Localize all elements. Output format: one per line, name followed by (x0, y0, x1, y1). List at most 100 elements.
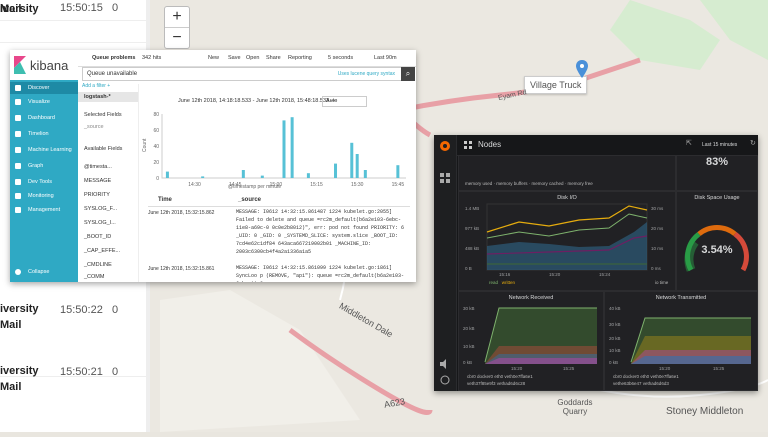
doc-row-time[interactable]: June 12th 2018, 15:32:15.861 (148, 266, 214, 272)
histogram-y-tick: 0 (156, 176, 159, 182)
kibana-logo-icon (14, 56, 26, 74)
menu-new[interactable]: New (208, 55, 219, 61)
nav-label: Collapse (28, 269, 50, 275)
cpu-gauge-panel[interactable]: 83% (676, 155, 758, 191)
x-tick: 15:25 (563, 366, 575, 371)
nav-machine-learning[interactable]: Machine Learning (10, 144, 78, 156)
network-received-legend: cbr0 docker0 eth0 veth0e7ffa6e1 (467, 374, 533, 379)
field-item[interactable]: PRIORITY (84, 192, 110, 198)
nav-label: Dev Tools (28, 179, 53, 185)
query-value: Queue unavailable (87, 71, 138, 77)
y-tick: 20 kB (463, 326, 475, 331)
network-transmitted-panel[interactable]: Network Transmitted 40 kB 30 kB 20 kB 10… (604, 291, 758, 391)
histogram-bar[interactable] (334, 163, 338, 178)
heartbeat-icon (15, 193, 21, 199)
x-tick: 15:20 (659, 366, 671, 371)
nav-discover[interactable]: Discover (10, 82, 78, 94)
network-received-panel[interactable]: Network Received 30 kB 20 kB 10 kB 0 kB … (458, 291, 604, 391)
compass-icon (15, 85, 21, 91)
legend-item: memory free (567, 181, 593, 186)
menu-save[interactable]: Save (228, 55, 241, 61)
field-item[interactable]: SYSLOG_I... (84, 220, 116, 226)
histogram-bar[interactable] (396, 165, 400, 178)
nav-label: Management (28, 207, 61, 213)
nav-graph[interactable]: Graph (10, 160, 78, 172)
field-item[interactable]: _BOOT_ID (84, 234, 111, 240)
y-tick: 20 kB (609, 336, 621, 341)
y-tick: 0 ms (651, 266, 661, 271)
refresh-interval[interactable]: 5 seconds (328, 55, 353, 61)
query-input[interactable]: Queue unavailable Uses lucene query synt… (82, 67, 402, 81)
field-source[interactable]: _source (84, 124, 104, 130)
y-tick: 40 kB (609, 306, 621, 311)
doc-row-time[interactable]: June 12th 2018, 15:32:15.862 (148, 210, 214, 216)
field-item[interactable]: @timesta... (84, 164, 112, 170)
index-pattern: logstash-* (84, 94, 111, 100)
nav-visualize[interactable]: Visualize (10, 96, 78, 108)
memory-legend: memory used · memory buffers · memory ca… (465, 181, 593, 186)
zoom-out-button[interactable]: − (165, 27, 189, 48)
mail-row-title: iversity (0, 303, 39, 315)
memory-panel[interactable]: memory used · memory buffers · memory ca… (458, 155, 676, 191)
nav-dev-tools[interactable]: Dev Tools (10, 176, 78, 188)
histogram-bar[interactable] (363, 170, 367, 178)
mail-row[interactable]: iversity Mail 15:50:21 0 (0, 362, 150, 432)
histogram-bar[interactable] (282, 120, 286, 178)
histogram-bar[interactable] (355, 154, 359, 178)
field-item[interactable]: SYSLOG_F... (84, 206, 117, 212)
legend-item: eth0 (494, 374, 504, 379)
field-item[interactable]: _CAP_EFFE... (84, 248, 120, 254)
dashboards-icon[interactable] (440, 173, 450, 183)
field-item[interactable]: _COMM (84, 274, 104, 280)
disk-space-panel[interactable]: Disk Space Usage 3.54% (676, 191, 758, 291)
network-received-legend-2: veth37f85e9f3 vethad6d6c28 (467, 381, 525, 386)
histogram-bar[interactable] (350, 142, 354, 178)
nav-timelion[interactable]: Timelion (10, 128, 78, 140)
disk-io-panel[interactable]: Disk I/O 1.4 MB 977 kB 488 kB 0 B 30 ms … (458, 191, 676, 291)
histogram-y-tick: 20 (153, 160, 159, 166)
x-tick: 15:25 (713, 366, 725, 371)
time-picker[interactable]: Last 90m (374, 55, 397, 61)
nav-collapse[interactable]: Collapse (10, 266, 78, 278)
nav-dashboard[interactable]: Dashboard (10, 112, 78, 124)
help-icon[interactable] (440, 375, 450, 385)
histogram-bar[interactable] (201, 176, 205, 178)
menu-reporting[interactable]: Reporting (288, 55, 312, 61)
histogram-bar[interactable] (306, 173, 310, 178)
network-transmitted-legend: cbr0 docker0 eth0 veth0e7ffa6e1 (613, 374, 679, 379)
column-source[interactable]: _source (238, 197, 261, 203)
x-tick: 15:20 (549, 272, 561, 277)
collapse-icon (15, 269, 21, 275)
menu-open[interactable]: Open (246, 55, 259, 61)
dashboard-title[interactable]: Nodes (478, 140, 501, 149)
sound-icon[interactable] (440, 359, 450, 369)
interval-select[interactable]: Auto (322, 96, 367, 107)
grafana-logo-icon[interactable] (439, 140, 451, 152)
share-icon[interactable]: ⇱ (686, 139, 692, 147)
nav-monitoring[interactable]: Monitoring (10, 190, 78, 202)
menu-share[interactable]: Share (266, 55, 281, 61)
field-item[interactable]: _CMDLINE (84, 262, 112, 268)
mail-row[interactable]: iversity (0, 2, 150, 43)
mail-row-subtitle: Mail (0, 319, 22, 331)
search-button[interactable]: ⌕ (401, 67, 415, 81)
zoom-in-button[interactable]: + (165, 7, 189, 27)
map-pin-icon[interactable] (576, 60, 588, 80)
nav-management[interactable]: Management (10, 204, 78, 216)
mail-row-title: iversity (0, 365, 39, 377)
query-syntax-hint[interactable]: Uses lucene query syntax (338, 71, 395, 77)
column-time[interactable]: Time (158, 197, 172, 203)
histogram-bar[interactable] (241, 170, 245, 178)
kibana-window: kibana Discover Visualize Dashboard Time… (10, 50, 416, 282)
field-item[interactable]: MESSAGE (84, 178, 111, 184)
refresh-icon[interactable]: ↻ (750, 139, 756, 147)
histogram-y-tick: 80 (153, 112, 159, 118)
histogram-bar[interactable] (260, 175, 264, 178)
doc-row-source: MESSAGE: I0612 14:32:15.861487 1224 kube… (236, 209, 405, 255)
kibana-logo[interactable]: kibana (10, 50, 78, 80)
histogram-y-tick: 60 (153, 128, 159, 134)
grafana-time-picker[interactable]: Last 15 minutes (702, 142, 737, 148)
histogram-bar[interactable] (165, 171, 169, 178)
histogram-bar[interactable] (290, 117, 294, 178)
mail-row-title: iversity (0, 3, 39, 15)
